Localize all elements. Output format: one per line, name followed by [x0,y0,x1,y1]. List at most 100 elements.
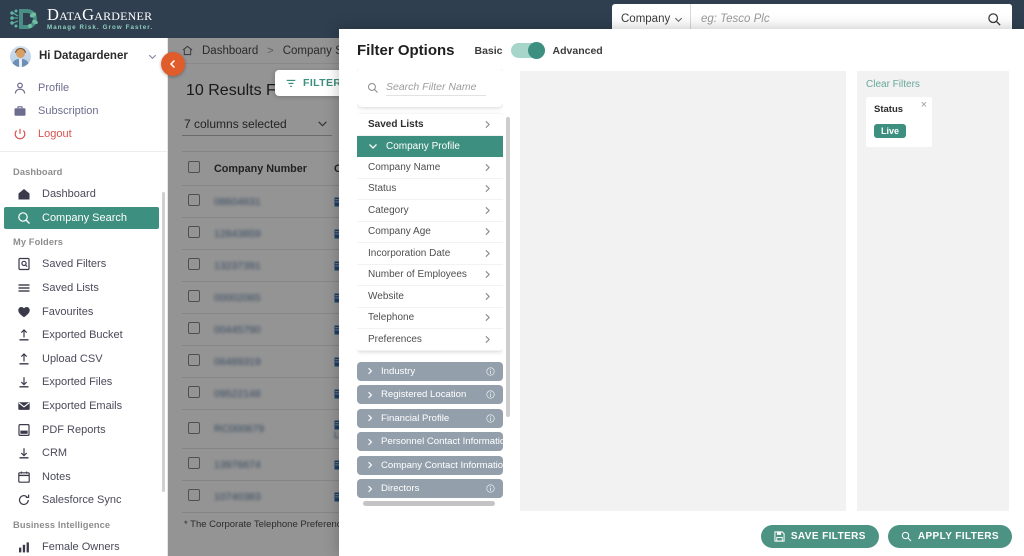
selected-filter-chips: × Status Live [866,97,1000,147]
sidebar-item-crm[interactable]: CRM [4,442,159,465]
filter-item-status[interactable]: Status [357,179,503,200]
filter-item-company-profile[interactable]: Company Profile [357,135,503,157]
search-category-value: Company [621,13,671,25]
filter-item-telephone[interactable]: Telephone [357,308,503,329]
bucket-icon [19,329,29,341]
sidebar-item-exported-files[interactable]: Exported Files [4,371,159,394]
toggle-basic-label: Basic [474,44,503,57]
filter-group-financial-profile[interactable]: Financial Profile [357,408,503,428]
sidebar-item-dashboard[interactable]: Dashboard [4,183,159,206]
mode-switch[interactable] [510,42,545,59]
filter-item-label: Company Name [368,161,441,173]
info-icon[interactable] [486,413,495,423]
apply-filters-button[interactable]: APPLY FILTERS [887,525,1012,548]
info-icon[interactable] [486,366,495,376]
chevron-right-icon [485,314,490,322]
save-icon [774,531,785,542]
sidebar-item-label: Salesforce Sync [42,494,122,507]
info-icon[interactable] [486,484,495,493]
filter-item-label: Category [368,204,409,216]
sync-icon [18,495,30,506]
sidebar-item-salesforce-sync[interactable]: Salesforce Sync [4,489,159,512]
filter-item-label: Preferences [368,333,422,345]
filter-search-box [357,69,503,107]
chevron-right-icon [485,206,490,214]
selected-filter-chip: × Status Live [866,97,932,147]
chevron-right-icon [485,292,490,300]
chip-value[interactable]: Live [874,124,907,138]
mail-icon [18,402,30,410]
sidebar-item-exported-bucket[interactable]: Exported Bucket [4,324,159,347]
filter-group-company-contact-information[interactable]: Company Contact Information [357,455,503,475]
toggle-advanced-label: Advanced [552,44,603,57]
filter-list-vscrollbar[interactable] [506,117,510,417]
modal-footer: SAVE FILTERS APPLY FILTERS [760,525,1012,548]
sidebar-item-label: Exported Emails [42,400,123,413]
sidebar-item-notes[interactable]: Notes [4,466,159,489]
info-icon[interactable] [486,390,495,399]
save-filters-button[interactable]: SAVE FILTERS [760,525,879,548]
filter-group-label: Personnel Contact Information [381,436,503,447]
sidebar-item-label: Saved Lists [42,282,99,295]
sidebar-item-company-search[interactable]: Company Search [4,206,159,230]
chevron-right-icon [485,185,490,193]
sidebar-item-saved-filters[interactable]: Saved Filters [4,253,159,276]
sidebar-item-pdf-reports[interactable]: PDF Reports [4,418,159,441]
filter-list: Saved Lists Company Profile Company Name… [357,114,503,351]
chevron-right-icon [368,461,373,469]
account-menu: Profile Subscription Logout [0,74,167,152]
filter-item-label: Company Age [368,226,431,238]
sidebar-item-label: Upload CSV [42,352,103,365]
filter-item-incorporation-date[interactable]: Incorporation Date [357,243,503,265]
filter-item-website[interactable]: Website [357,286,503,308]
sidebar-scrollbar[interactable] [162,192,165,492]
filter-group-label: Company Contact Information [381,459,503,471]
chip-close-icon[interactable]: × [921,100,927,111]
chevron-down-icon [674,17,683,22]
brand-logo[interactable]: DataGardener Manage Risk. Grow Faster. [8,2,178,36]
chevron-right-icon [368,367,373,375]
filter-group-label: Industry [381,365,416,377]
chevron-right-icon [485,335,490,343]
sidebar-item-female-owners[interactable]: Female Owners [4,536,159,556]
account-menu-item-logout[interactable]: Logout [0,122,167,145]
filter-item-label: Saved Lists [368,118,424,130]
chevron-right-icon [485,249,490,257]
filter-item-label: Number of Employees [368,269,467,281]
basic-advanced-toggle[interactable]: Basic Advanced [474,42,603,59]
account-menu-item-profile[interactable]: Profile [0,76,167,99]
filter-item-label: Incorporation Date [368,247,451,259]
filter-item-saved-lists[interactable]: Saved Lists [357,114,503,136]
filter-group-industry[interactable]: Industry [357,361,503,381]
sidebar-item-upload-csv[interactable]: Upload CSV [4,348,159,371]
sidebar-item-exported-emails[interactable]: Exported Emails [4,395,159,418]
sidebar-item-label: PDF Reports [42,423,106,436]
sidebar-item-label: Notes [42,470,71,483]
filter-group-registered-location[interactable]: Registered Location [357,385,503,404]
list-icon [18,284,30,292]
sidebar-item-saved-lists[interactable]: Saved Lists [4,277,159,300]
chip-title: Status [874,104,904,115]
sidebar-item-label: Female Owners [42,541,120,554]
user-name-label: Hi Datagardener [39,50,128,62]
filter-list-column: Saved Lists Company Profile Company Name… [357,69,510,509]
filter-search-input[interactable] [386,80,486,96]
filter-item-category[interactable]: Category [357,200,503,222]
download-icon [19,448,29,459]
sidebar-item-favourites[interactable]: Favourites [4,300,159,323]
filter-list-hscrollbar[interactable] [363,501,495,506]
filter-item-preferences[interactable]: Preferences [357,329,503,351]
filter-group-directors[interactable]: Directors [357,479,503,498]
calendar-icon [18,471,30,483]
filter-group-personnel-contact-information[interactable]: Personnel Contact Information [357,432,503,451]
filter-item-number-of-employees[interactable]: Number of Employees [357,265,503,286]
chevron-down-icon[interactable] [148,52,157,61]
filter-item-company-name[interactable]: Company Name [357,157,503,179]
sidebar-collapse-button[interactable] [161,52,185,76]
person-icon [14,82,26,94]
user-account-row[interactable]: Hi Datagardener [0,38,167,74]
account-menu-item-subscription[interactable]: Subscription [0,99,167,122]
clear-filters-link[interactable]: Clear Filters [866,79,1000,90]
filter-item-company-age[interactable]: Company Age [357,222,503,243]
save-filters-label: SAVE FILTERS [790,531,866,542]
